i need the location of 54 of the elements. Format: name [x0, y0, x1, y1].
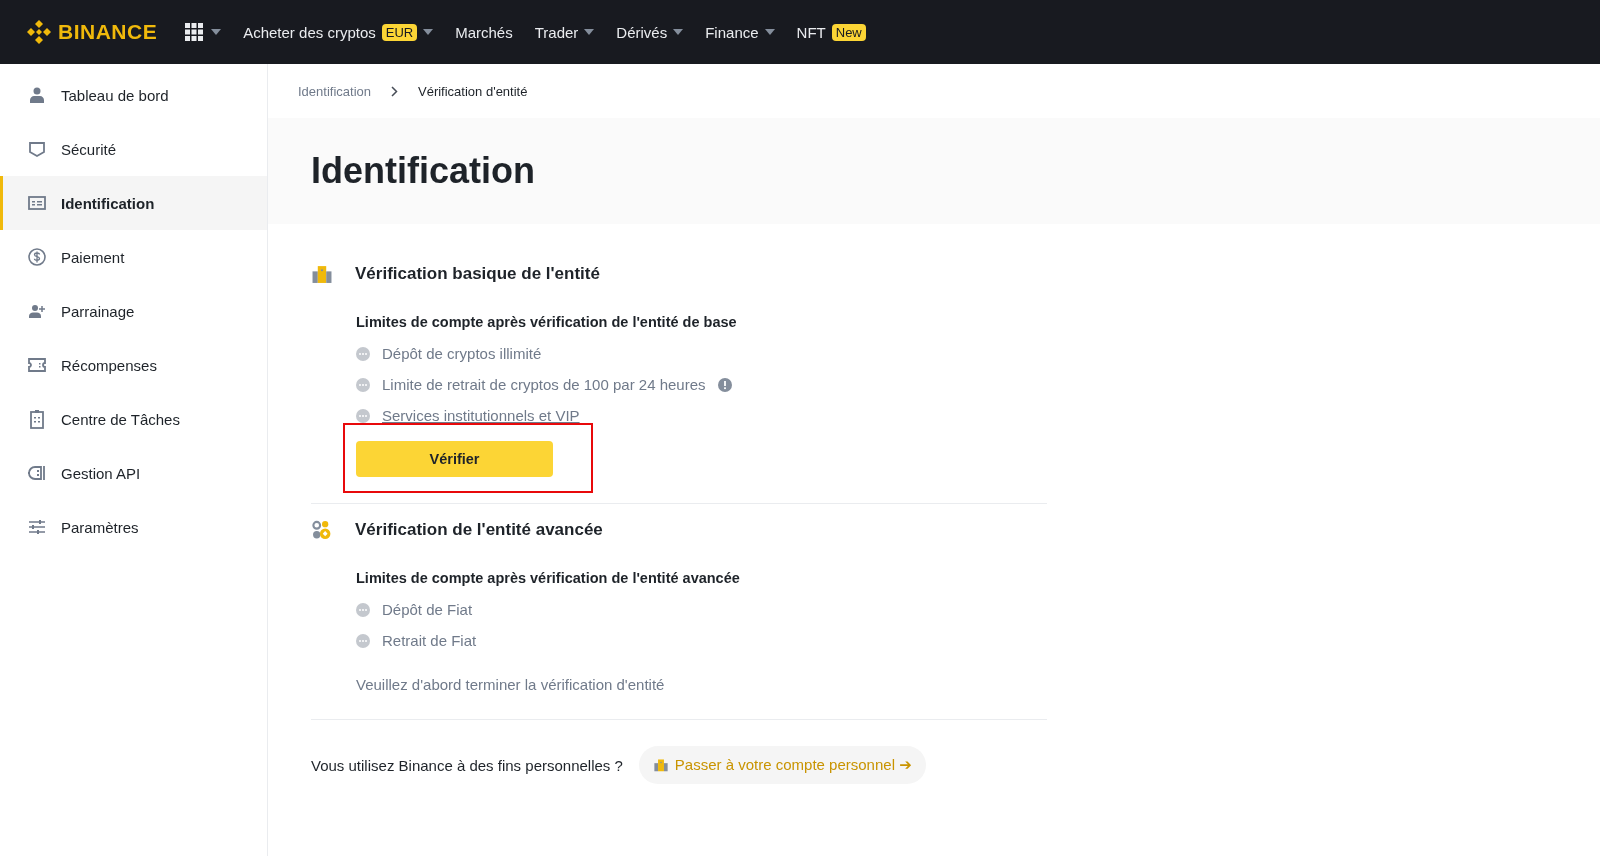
nav-badge: EUR — [381, 23, 418, 41]
building-icon — [311, 264, 333, 284]
ellipsis-dot-icon — [356, 633, 370, 648]
nav-link[interactable]: Dérivés — [616, 23, 668, 41]
note-text: Veuillez d'abord terminer la vérification d'entité — [356, 676, 666, 693]
limit-text: Dépôt de cryptos illimité — [382, 345, 542, 362]
nav-link[interactable]: Acheter des cryptos — [243, 23, 376, 41]
nav-link[interactable]: Finance — [705, 23, 759, 41]
nav-badge: New — [831, 23, 866, 41]
chevron-right-icon — [391, 85, 398, 97]
limits-heading: Limites de compte après vérification de l'entité de base — [356, 314, 738, 330]
apps-grid-icon[interactable] — [185, 23, 204, 41]
building-icon — [652, 758, 669, 772]
section-title: Vérification de l'entité avancée — [355, 520, 603, 540]
ellipsis-dot-icon — [356, 602, 370, 617]
nav-link[interactable]: NFT — [796, 23, 826, 41]
sidebar-item[interactable]: Gestion API — [0, 446, 267, 500]
nav-link[interactable]: Trader — [534, 23, 579, 41]
sidebar-item[interactable]: Sécurité — [0, 122, 267, 176]
info-icon[interactable] — [717, 377, 732, 392]
sidebar-item[interactable]: Centre de Tâches — [0, 392, 267, 446]
verify-button[interactable]: Vérifier — [356, 441, 553, 477]
shield-icon — [27, 139, 47, 159]
sidebar-item[interactable]: Parrainage — [0, 284, 267, 338]
ticket-icon — [27, 355, 47, 375]
circles-icon — [311, 520, 333, 540]
sliders-icon — [27, 517, 47, 537]
dollar-icon — [27, 247, 47, 267]
limit-text: Limite de retrait de cryptos de 100 par 24 heures — [382, 376, 706, 393]
sidebar-item[interactable]: Récompenses — [0, 338, 267, 392]
person-icon — [27, 85, 47, 105]
clipboard-icon — [27, 409, 47, 429]
sidebar-item[interactable]: Tableau de bord — [0, 68, 267, 122]
page-title: Identification — [311, 150, 535, 192]
limit-link[interactable]: Services institutionnels et VIP — [382, 407, 580, 424]
logo-icon — [26, 19, 52, 45]
ellipsis-dot-icon — [356, 408, 370, 423]
caret-icon — [211, 29, 222, 35]
limits-heading: Limites de compte après vérification de l'entité avancée — [356, 570, 741, 586]
breadcrumb-link[interactable]: Vérification d'entité — [418, 83, 528, 99]
limit-text: Dépôt de Fiat — [382, 601, 473, 618]
breadcrumb-link[interactable]: Identification — [298, 83, 371, 99]
id-card-icon — [27, 193, 47, 213]
section-title: Vérification basique de l'entité — [355, 264, 600, 284]
sidebar-item[interactable]: Paramètres — [0, 500, 267, 554]
nav-link[interactable]: Marchés — [455, 23, 513, 41]
ellipsis-dot-icon — [356, 346, 370, 361]
sidebar-item[interactable]: Identification — [0, 176, 267, 230]
question-text: Vous utilisez Binance à des fins personnelles ? — [311, 756, 623, 774]
ellipsis-dot-icon — [356, 377, 370, 392]
sidebar-item[interactable]: Paiement — [0, 230, 267, 284]
logo-text[interactable]: BINANCE — [58, 20, 158, 44]
limit-text: Retrait de Fiat — [382, 632, 477, 649]
plug-icon — [27, 463, 47, 483]
